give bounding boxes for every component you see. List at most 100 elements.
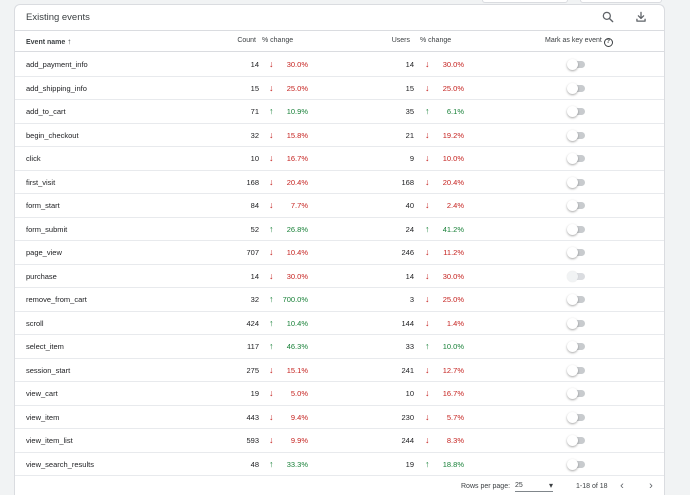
toggle-knob	[567, 106, 578, 117]
arrow-up-icon: ↑	[269, 317, 274, 328]
arrow-down-icon: ↓	[425, 176, 430, 187]
event-name: click	[26, 154, 41, 163]
key-event-toggle[interactable]	[567, 341, 585, 352]
count-change: 15.1%	[286, 365, 308, 375]
event-users: 33	[405, 342, 414, 351]
key-event-toggle[interactable]	[567, 388, 585, 399]
event-name: form_start	[26, 201, 60, 210]
event-name: session_start	[26, 365, 71, 375]
key-event-toggle[interactable]	[567, 364, 585, 376]
column-count[interactable]: Count	[237, 37, 256, 44]
table-row: add_to_cart 71 ↑ 10.9% 35 ↑ 6.1%	[15, 100, 664, 124]
download-icon[interactable]	[633, 9, 649, 25]
arrow-down-icon: ↓	[425, 82, 430, 93]
event-name: add_payment_info	[26, 60, 88, 69]
arrow-up-icon: ↑	[425, 458, 430, 469]
arrow-down-icon: ↓	[425, 270, 430, 281]
table-row: session_start 275 ↓ 15.1% 241 ↓ 12.7%	[15, 359, 664, 382]
pagination-range: 1-18 of 18	[576, 483, 608, 490]
column-users-change[interactable]: % change	[420, 37, 451, 44]
arrow-down-icon: ↓	[425, 388, 430, 398]
key-event-toggle[interactable]	[567, 411, 585, 423]
key-event-toggle[interactable]	[567, 223, 585, 235]
event-count: 443	[246, 412, 259, 422]
key-event-toggle[interactable]	[567, 200, 585, 211]
event-users: 24	[405, 224, 414, 234]
count-change: 46.3%	[286, 342, 308, 351]
arrow-up-icon: ↑	[425, 341, 430, 351]
users-change: 16.7%	[442, 389, 464, 398]
count-change: 30.0%	[286, 60, 308, 69]
event-name: scroll	[26, 318, 44, 328]
users-change: 1.4%	[446, 318, 464, 328]
users-change: 41.2%	[442, 224, 464, 234]
event-count: 84	[250, 201, 259, 210]
arrow-down-icon: ↓	[269, 59, 274, 69]
key-event-toggle[interactable]	[567, 153, 585, 164]
key-event-toggle[interactable]	[567, 82, 585, 94]
table-row: scroll 424 ↑ 10.4% 144 ↓ 1.4%	[15, 312, 664, 335]
key-event-toggle[interactable]	[567, 294, 585, 305]
column-count-change[interactable]: % change	[262, 37, 293, 44]
event-name: select_item	[26, 342, 64, 351]
event-count: 275	[246, 365, 259, 375]
event-users: 15	[405, 83, 414, 93]
event-count: 14	[250, 60, 259, 69]
key-event-toggle[interactable]	[567, 435, 585, 446]
key-event-toggle[interactable]	[567, 129, 585, 141]
search-icon[interactable]	[600, 9, 616, 25]
table-row: first_visit 168 ↓ 20.4% 168 ↓ 20.4%	[15, 171, 664, 194]
toggle-knob	[567, 317, 578, 329]
event-count: 10	[250, 154, 259, 163]
arrow-up-icon: ↑	[425, 106, 430, 116]
users-change: 19.2%	[442, 130, 464, 140]
arrow-down-icon: ↓	[425, 129, 430, 140]
event-name: view_cart	[26, 389, 58, 398]
next-page-icon[interactable]: ›	[644, 479, 658, 493]
column-event-name[interactable]: Event name ↑	[26, 37, 71, 46]
users-change: 6.1%	[446, 107, 464, 116]
arrow-up-icon: ↑	[269, 294, 274, 304]
arrow-down-icon: ↓	[269, 200, 274, 210]
key-event-toggle[interactable]	[567, 106, 585, 117]
arrow-down-icon: ↓	[269, 411, 274, 422]
arrow-up-icon: ↑	[269, 106, 274, 116]
table-row: view_cart 19 ↓ 5.0% 10 ↓ 16.7%	[15, 382, 664, 406]
event-count: 32	[250, 130, 259, 140]
arrow-down-icon: ↓	[269, 435, 274, 445]
key-event-toggle[interactable]	[567, 59, 585, 70]
key-event-toggle[interactable]	[567, 176, 585, 188]
event-count: 117	[247, 342, 259, 351]
count-change: 9.9%	[290, 436, 308, 445]
toggle-knob	[567, 341, 578, 352]
count-change: 20.4%	[286, 177, 308, 187]
key-event-toggle[interactable]	[567, 247, 585, 258]
event-count: 707	[246, 248, 259, 257]
users-change: 18.8%	[442, 459, 464, 469]
event-users: 9	[409, 154, 414, 163]
column-event-name-label: Event name	[26, 39, 66, 46]
event-count: 424	[246, 318, 259, 328]
key-event-toggle[interactable]	[567, 317, 585, 329]
toggle-knob	[567, 223, 578, 235]
count-change: 7.7%	[290, 201, 308, 210]
event-users: 241	[401, 365, 414, 375]
key-event-toggle[interactable]	[567, 458, 585, 470]
count-change: 15.8%	[286, 130, 308, 140]
arrow-down-icon: ↓	[269, 388, 274, 398]
rows-per-page-select[interactable]: 25 ▾	[515, 479, 553, 492]
event-name: begin_checkout	[26, 130, 79, 140]
column-users[interactable]: Users	[392, 37, 410, 44]
table-row: add_shipping_info 15 ↓ 25.0% 15 ↓ 25.0%	[15, 77, 664, 100]
arrow-down-icon: ↓	[269, 129, 274, 140]
table-row: view_item_list 593 ↓ 9.9% 244 ↓ 8.3%	[15, 429, 664, 453]
table-row: page_view 707 ↓ 10.4% 246 ↓ 11.2%	[15, 241, 664, 265]
event-count: 15	[250, 83, 259, 93]
pagination-footer: Rows per page: 25 ▾ 1-18 of 18 ‹ ›	[15, 477, 664, 495]
column-mark-key-event: Mark as key event ?	[545, 37, 613, 47]
previous-page-icon[interactable]: ‹	[615, 479, 629, 493]
help-icon[interactable]: ?	[603, 38, 613, 47]
toggle-knob	[567, 294, 578, 305]
arrow-up-icon: ↑	[269, 223, 274, 234]
event-users: 40	[405, 201, 414, 210]
